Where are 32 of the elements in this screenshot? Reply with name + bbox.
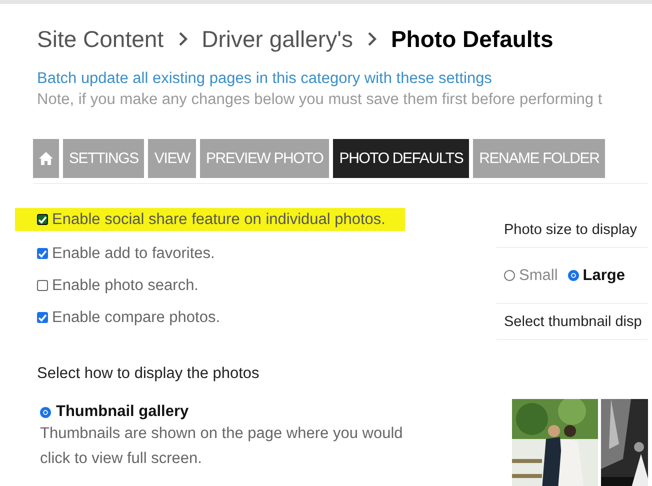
radio-button[interactable] bbox=[40, 406, 51, 418]
radio-label: Small bbox=[519, 266, 558, 284]
home-icon bbox=[39, 152, 53, 165]
checkbox-label: Enable social share feature on individual photos. bbox=[52, 210, 386, 228]
checkbox-label: Enable photo search. bbox=[52, 276, 198, 294]
tab[interactable]: VIEW bbox=[148, 139, 196, 178]
breadcrumb-link[interactable]: Site Content bbox=[37, 26, 164, 52]
tab[interactable]: PHOTO DEFAULTS bbox=[333, 139, 470, 178]
checkbox-label: Enable add to favorites. bbox=[52, 244, 215, 262]
section-heading: Select how to display the photos bbox=[37, 365, 260, 383]
setting-label: Photo size to display bbox=[496, 212, 648, 248]
setting-label: Select thumbnail disp bbox=[496, 304, 648, 340]
radio-button[interactable] bbox=[568, 270, 579, 281]
tab[interactable]: SETTINGS bbox=[63, 139, 144, 178]
radio-button[interactable] bbox=[504, 270, 515, 281]
checkbox[interactable] bbox=[37, 312, 48, 323]
checkbox-label: Enable compare photos. bbox=[52, 308, 220, 326]
radio-label: Thumbnail gallery bbox=[56, 403, 189, 421]
page-title: Photo Defaults bbox=[390, 26, 554, 52]
note-text: Note, if you make any changes below you must save them first before performing t bbox=[37, 91, 604, 109]
home-tab[interactable] bbox=[33, 139, 59, 178]
breadcrumb-link[interactable]: Driver gallery's bbox=[202, 26, 353, 52]
tab[interactable]: RENAME FOLDER bbox=[473, 139, 606, 178]
radio-label: Large bbox=[582, 266, 625, 284]
checkbox[interactable] bbox=[37, 248, 48, 259]
chevron-icon bbox=[178, 32, 188, 46]
batch-update-link[interactable]: Batch update all existing pages in this category with these settings bbox=[37, 70, 492, 88]
checkbox[interactable] bbox=[37, 214, 48, 225]
option-description: Thumbnails are shown on the page where you would click to view full screen. bbox=[40, 424, 404, 469]
checkbox[interactable] bbox=[37, 280, 48, 291]
chevron-icon bbox=[366, 32, 377, 46]
tab[interactable]: PREVIEW PHOTO bbox=[200, 139, 330, 178]
